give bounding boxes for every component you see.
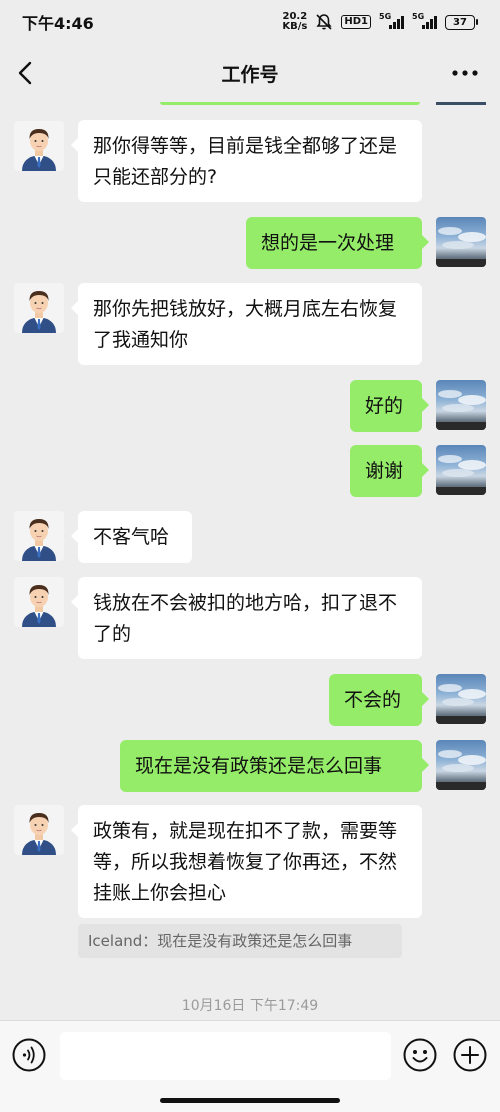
plus-icon[interactable] (453, 1038, 487, 1072)
businessman-avatar-icon (22, 585, 56, 627)
sky-photo-avatar-icon (436, 455, 486, 495)
message-bubble-outgoing[interactable]: 想的是一次处理 (246, 217, 429, 269)
emoji-icon[interactable] (403, 1038, 437, 1072)
chevron-left-icon[interactable] (14, 59, 38, 87)
businessman-avatar-icon (22, 129, 56, 171)
message-bubble-incoming[interactable]: 钱放在不会被扣的地方哈，扣了退不了的 (71, 577, 422, 659)
message-bubble-outgoing[interactable]: 不会的 (329, 674, 429, 726)
chat-header: 工作号 (0, 44, 500, 102)
message-input[interactable] (60, 1032, 391, 1080)
my-avatar[interactable] (436, 674, 486, 724)
contact-avatar[interactable] (14, 511, 64, 561)
my-avatar[interactable] (436, 217, 486, 267)
sky-photo-avatar-icon (436, 227, 486, 267)
contact-avatar[interactable] (14, 805, 64, 855)
home-indicator[interactable] (160, 1098, 340, 1103)
battery-icon: 37 (445, 14, 478, 30)
previous-message-bubble (160, 102, 420, 105)
message-timestamp: 10月16日 下午17:49 (181, 998, 319, 1014)
signal-1-icon: 5G (379, 12, 404, 29)
sky-photo-avatar-icon (436, 390, 486, 430)
contact-avatar[interactable] (14, 121, 64, 171)
message-bubble-incoming[interactable]: 政策有，就是现在扣不了款，需要等等，所以我想着恢复了你再还，不然挂账上你会担心 (71, 805, 422, 918)
sky-photo-avatar-icon (436, 684, 486, 724)
quoted-message[interactable]: Iceland：现在是没有政策还是怎么回事 (78, 924, 402, 958)
status-icons: 20.2 KB/s HD1 5G 5G 37 (282, 12, 478, 32)
contact-avatar[interactable] (14, 577, 64, 627)
businessman-avatar-icon (22, 813, 56, 855)
hd-badge: HD1 (341, 15, 371, 29)
net-speed: 20.2 KB/s (282, 12, 307, 32)
net-speed-unit: KB/s (282, 21, 308, 32)
chat-title: 工作号 (221, 63, 279, 86)
message-bubble-incoming[interactable]: 那你先把钱放好，大概月底左右恢复了我通知你 (71, 283, 422, 365)
message-bubble-outgoing[interactable]: 现在是没有政策还是怎么回事 (120, 740, 429, 792)
my-avatar[interactable] (436, 445, 486, 495)
message-list[interactable]: 那你得等等，目前是钱全都够了还是只能还部分的? 想的是一次处理 那你先把钱放好，… (0, 102, 500, 1020)
battery-level: 37 (445, 14, 475, 30)
message-bubble-incoming[interactable]: 那你得等等，目前是钱全都够了还是只能还部分的? (71, 120, 422, 202)
sky-photo-avatar-icon (436, 750, 486, 790)
mute-icon (316, 14, 332, 30)
previous-message-avatar (436, 102, 486, 105)
signal-2-icon: 5G (412, 12, 437, 29)
signal-1-label: 5G (379, 12, 392, 21)
my-avatar[interactable] (436, 740, 486, 790)
message-bubble-incoming[interactable]: 不客气哈 (71, 511, 192, 563)
businessman-avatar-icon (22, 291, 56, 333)
voice-icon[interactable] (12, 1038, 46, 1072)
signal-2-label: 5G (412, 12, 425, 21)
contact-avatar[interactable] (14, 283, 64, 333)
status-bar: 下午4:46 20.2 KB/s HD1 5G 5G 37 (0, 0, 500, 44)
message-bubble-outgoing[interactable]: 好的 (350, 380, 429, 432)
status-time: 下午4:46 (22, 14, 94, 33)
businessman-avatar-icon (22, 519, 56, 561)
my-avatar[interactable] (436, 380, 486, 430)
more-dots-icon[interactable] (452, 70, 478, 76)
message-bubble-outgoing[interactable]: 谢谢 (350, 445, 429, 497)
